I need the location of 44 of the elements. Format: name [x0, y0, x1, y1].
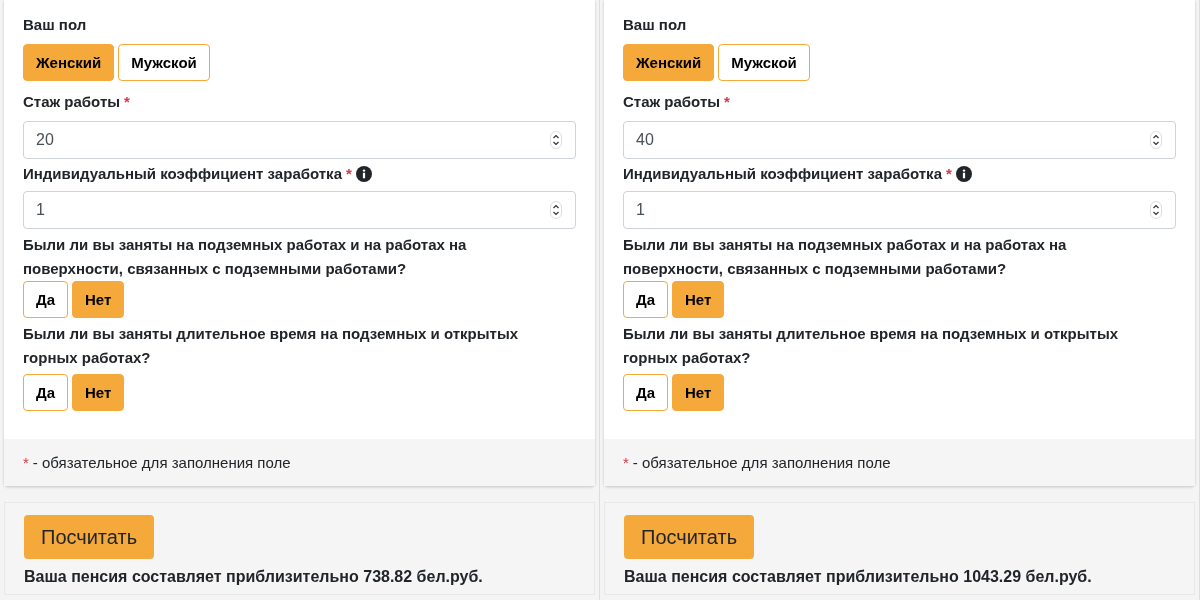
question-text: Были ли вы заняты длительное время на подземных и открытых горных работах? [23, 324, 520, 368]
answer-option[interactable]: Нет [672, 281, 725, 318]
field-label: Стаж работы [623, 92, 721, 112]
answer-option[interactable]: Да [623, 374, 669, 411]
answer-option[interactable]: Да [23, 281, 69, 318]
calculate-button[interactable]: Посчитать [624, 515, 755, 559]
spinner-icon[interactable] [1150, 201, 1162, 219]
question-text: Были ли вы заняты длительное время на подземных и открытых горных работах? [623, 324, 1120, 368]
number-field[interactable]: 40 [623, 121, 1176, 159]
required-mark: * [623, 454, 629, 471]
field-label: Индивидуальный коэффициент заработка [23, 164, 342, 184]
required-mark: * [124, 92, 130, 112]
required-mark: * [23, 454, 29, 471]
required-mark: * [946, 164, 952, 184]
required-mark: * [346, 164, 352, 184]
field-label: Ваш пол [623, 15, 688, 35]
question-text: Были ли вы заняты на подземных работах и на работах на поверхности, связанных с подземными работами? [623, 235, 1068, 279]
question-text: Были ли вы заняты на подземных работах и на работах на поверхности, связанных с подземными работами? [23, 235, 468, 279]
answer-option[interactable]: Да [23, 374, 69, 411]
answer-option[interactable]: Да [623, 281, 669, 318]
info-icon[interactable] [355, 166, 372, 182]
field-label: Индивидуальный коэффициент заработка [623, 164, 942, 184]
footnote-text: - обязательное для заполнения поле [632, 454, 891, 471]
number-field[interactable]: 1 [23, 191, 576, 229]
number-field[interactable]: 20 [23, 121, 576, 159]
answer-option[interactable]: Нет [72, 281, 125, 318]
required-mark: * [724, 92, 730, 112]
field-label: Стаж работы [23, 92, 121, 112]
answer-option[interactable]: Нет [672, 374, 725, 411]
gender-option[interactable]: Женский [623, 44, 715, 81]
footnote-text: - обязательное для заполнения поле [32, 454, 291, 471]
spinner-icon[interactable] [1150, 131, 1162, 149]
info-icon[interactable] [955, 166, 972, 182]
answer-option[interactable]: Нет [72, 374, 125, 411]
number-field[interactable]: 1 [623, 191, 1176, 229]
spinner-icon[interactable] [550, 201, 562, 219]
gender-option[interactable]: Мужской [718, 44, 810, 81]
gender-option[interactable]: Женский [23, 44, 115, 81]
field-label: Ваш пол [23, 15, 88, 35]
gender-option[interactable]: Мужской [118, 44, 210, 81]
calculate-button[interactable]: Посчитать [24, 515, 155, 559]
spinner-icon[interactable] [550, 131, 562, 149]
result-text: Ваша пенсия составляет приблизительно 1043.29 бел.руб. [624, 567, 1093, 586]
result-text: Ваша пенсия составляет приблизительно 738.82 бел.руб. [24, 567, 484, 586]
